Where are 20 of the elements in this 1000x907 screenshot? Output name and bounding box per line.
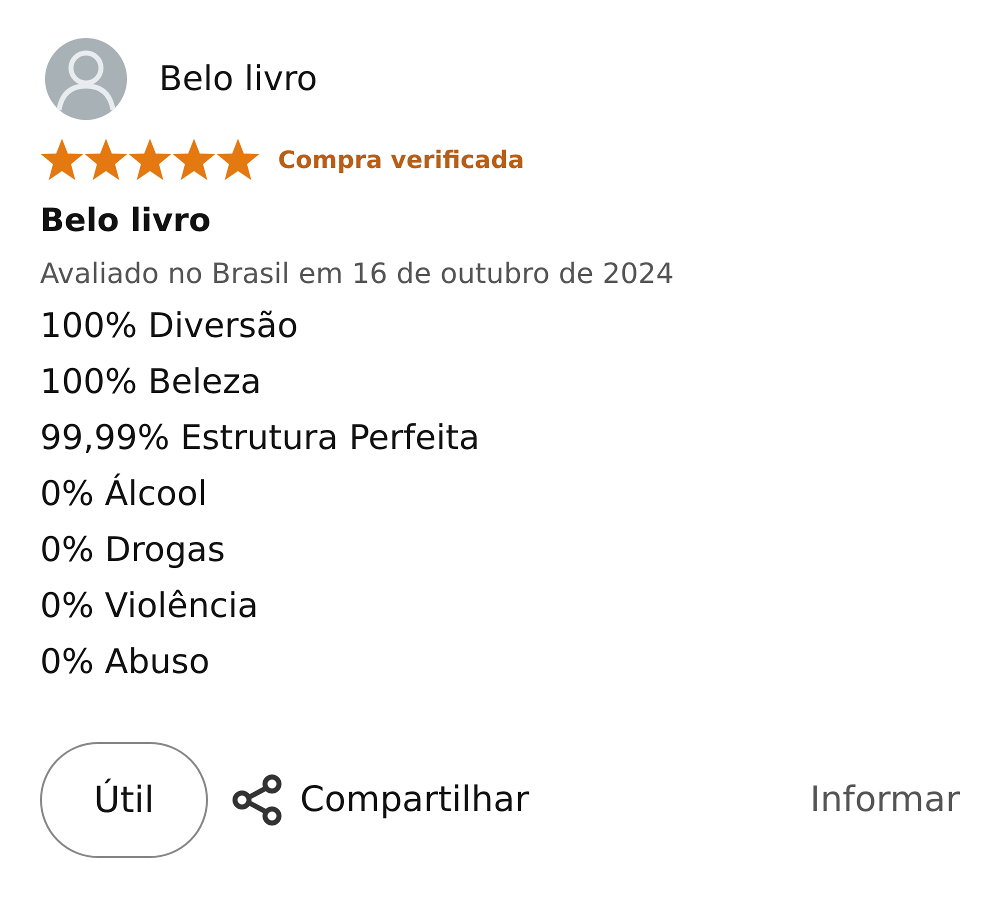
star-icon — [84, 138, 128, 181]
review-title: Belo livro — [40, 201, 212, 239]
report-link[interactable]: Informar — [810, 780, 960, 820]
review-text-line: 0% Álcool — [40, 472, 208, 516]
star-icon — [216, 138, 260, 181]
review-text-line: 100% Diversão — [40, 305, 300, 348]
review-text-line: 0% Abuso — [40, 641, 211, 684]
star-icon — [128, 138, 172, 181]
review-text-line: 0% Violência — [40, 585, 260, 628]
author-name: Belo livro — [159, 59, 318, 99]
review-text-line: 100% Beleza — [40, 361, 262, 404]
review-date: Avaliado no Brasil em 16 de outubro de 2024 — [40, 257, 675, 290]
review-text-line: 0% Drogas — [40, 529, 226, 572]
review-text-line: 99,99% Estrutura Perfeita — [40, 417, 481, 460]
share-icon — [230, 772, 284, 828]
star-icon — [40, 138, 84, 181]
share-button[interactable]: Compartilhar — [230, 772, 530, 828]
helpful-button[interactable]: Útil — [40, 742, 208, 858]
verified-purchase-label: Compra verificada — [278, 146, 524, 174]
star-icon — [172, 138, 216, 181]
